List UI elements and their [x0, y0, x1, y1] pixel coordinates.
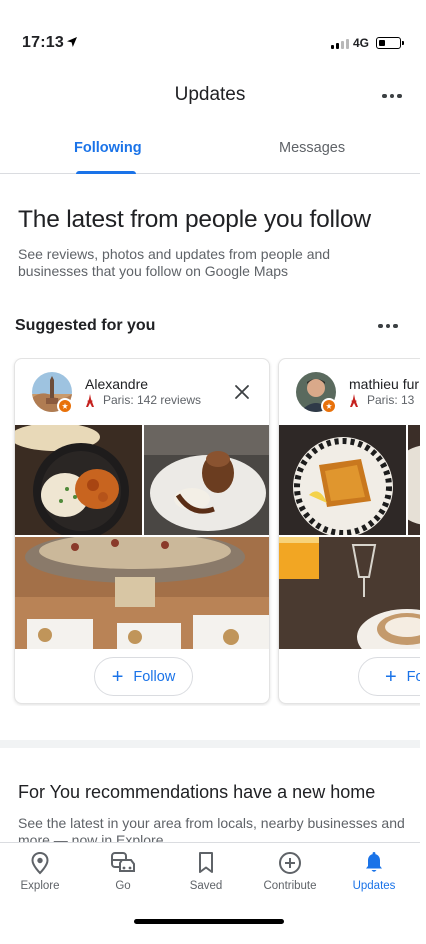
more-options-button[interactable] [380, 87, 404, 105]
plus-icon: + [111, 665, 124, 688]
nav-updates[interactable]: Updates [334, 851, 414, 892]
person-meta-text: Paris: 142 reviews [103, 393, 202, 407]
for-you-title: For You recommendations have a new home [18, 782, 376, 802]
home-indicator[interactable] [134, 919, 284, 924]
nav-contribute[interactable]: Contribute [250, 851, 330, 892]
photo-drinks[interactable] [279, 537, 420, 649]
local-guide-badge-icon [57, 398, 73, 414]
nav-label: Updates [352, 880, 396, 892]
tab-messages[interactable]: Messages [279, 140, 345, 156]
battery-icon [376, 37, 404, 49]
status-bar: 17:13 4G [0, 0, 426, 80]
close-icon[interactable] [233, 383, 251, 401]
suggested-title: Suggested for you [15, 317, 156, 334]
photo-grid[interactable] [279, 425, 420, 649]
status-time: 17:13 [22, 34, 64, 51]
location-pin-icon [31, 851, 49, 875]
photo-side[interactable] [408, 425, 420, 535]
local-guide-badge-icon [321, 398, 337, 414]
suggestion-card[interactable]: Alexandre Paris: 142 reviews + Follow [14, 358, 270, 704]
follow-button[interactable]: + Follow [94, 657, 193, 696]
eiffel-tower-icon [350, 393, 358, 407]
location-arrow-icon [67, 37, 77, 47]
section-divider [0, 740, 420, 748]
person-name[interactable]: Alexandre [85, 376, 148, 392]
follow-button[interactable]: + Foll [358, 657, 420, 696]
nav-label: Go [115, 880, 131, 892]
photo-dessert[interactable] [144, 425, 269, 535]
bottom-navigation: Explore Go Saved Contribute Updates [0, 842, 420, 902]
nav-go[interactable]: Go [83, 851, 163, 892]
person-meta-text: Paris: 13 [367, 393, 415, 407]
person-meta: Paris: 13 [349, 393, 414, 407]
signal-strength-icon [331, 38, 349, 49]
nav-label: Contribute [263, 880, 317, 892]
plus-icon: + [384, 665, 397, 688]
commute-icon [111, 852, 135, 872]
eiffel-tower-icon [86, 393, 94, 407]
follow-label: Follow [133, 668, 176, 685]
nav-explore[interactable]: Explore [0, 851, 80, 892]
bookmark-icon [199, 852, 213, 873]
photo-pastry[interactable] [279, 425, 406, 535]
person-name[interactable]: mathieu fur [349, 376, 419, 392]
photo-curry[interactable] [15, 425, 142, 535]
suggestion-card[interactable]: mathieu fur Paris: 13 + F [278, 358, 420, 704]
nav-label: Saved [189, 880, 223, 892]
for-you-subtitle: See the latest in your area from locals,… [18, 815, 405, 845]
photo-table[interactable] [15, 537, 269, 649]
network-type: 4G [353, 36, 370, 50]
follow-label: Foll [406, 668, 420, 685]
active-tab-indicator [76, 171, 136, 174]
suggested-more-button[interactable] [376, 318, 400, 334]
intro-title: The latest from people you follow [18, 206, 371, 233]
photo-grid[interactable] [15, 425, 269, 649]
suggested-carousel[interactable]: Alexandre Paris: 142 reviews + Follow ma… [0, 358, 420, 706]
tab-bar: Following Messages [0, 126, 420, 174]
more-horizontal-icon [382, 93, 387, 99]
bell-icon [366, 852, 382, 872]
person-meta: Paris: 142 reviews [85, 393, 201, 407]
more-horizontal-icon [378, 323, 383, 329]
nav-label: Explore [20, 880, 60, 892]
intro-subtitle: See reviews, photos and updates from peo… [18, 246, 331, 279]
add-circle-icon [279, 852, 301, 874]
nav-saved[interactable]: Saved [166, 851, 246, 892]
tab-following[interactable]: Following [74, 140, 142, 156]
page-title: Updates [174, 84, 246, 105]
